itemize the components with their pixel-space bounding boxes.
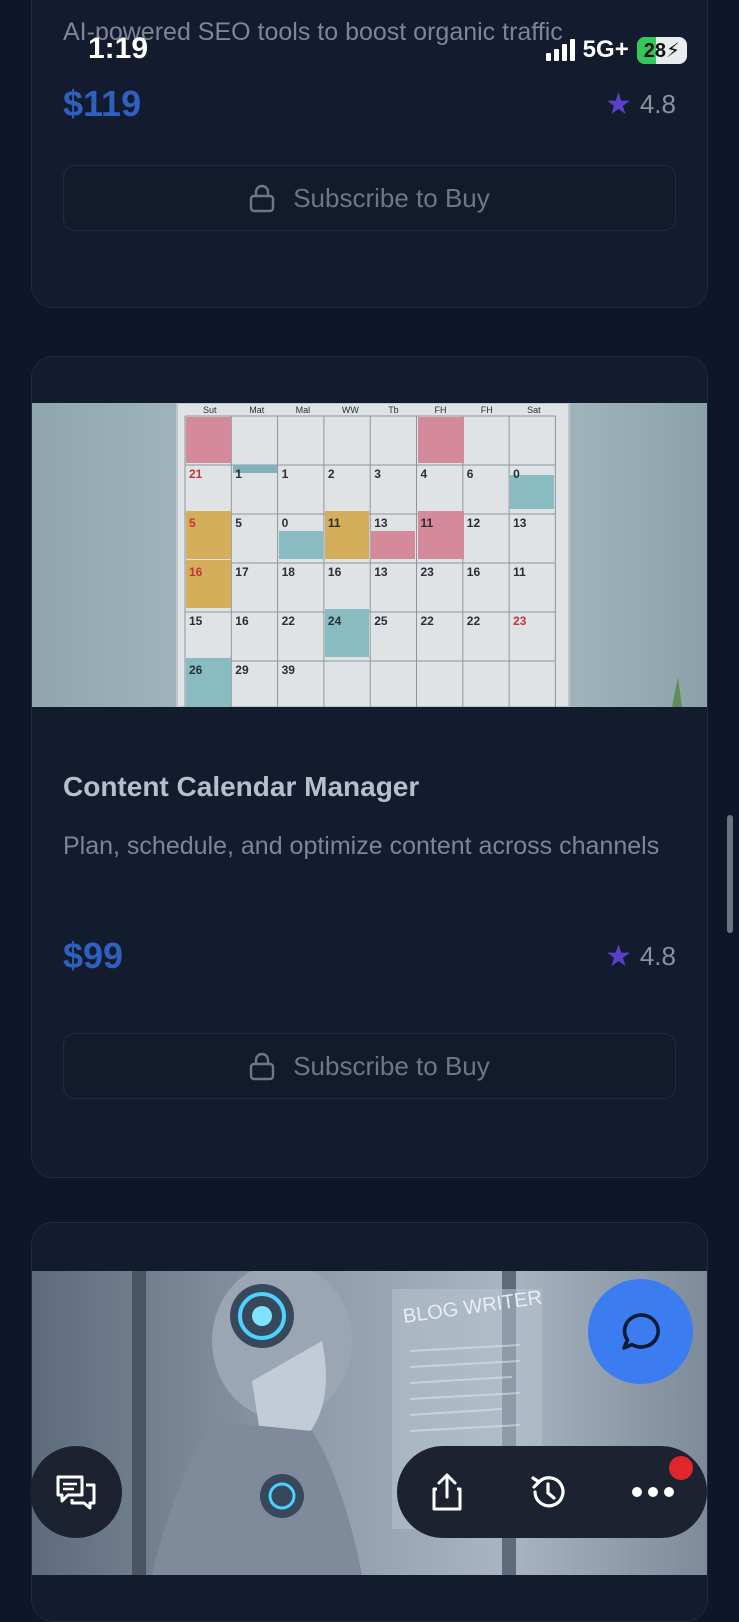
calendar-day: 22 [467, 614, 481, 628]
messages-icon [56, 1475, 96, 1510]
calendar-weekday: Tb [388, 405, 399, 415]
lock-icon [250, 184, 275, 213]
history-icon [531, 1476, 565, 1508]
card-rating: ★ 4.8 [605, 941, 676, 972]
calendar-day: 21 [189, 467, 203, 481]
rating-value: 4.8 [639, 89, 676, 119]
calendar-day: 13 [513, 516, 527, 530]
calendar-day: 12 [467, 516, 481, 530]
calendar-day: 22 [282, 614, 296, 628]
more-button[interactable] [631, 1486, 675, 1498]
share-icon [432, 1473, 462, 1511]
calendar-day: 5 [189, 516, 196, 530]
battery-level: 28 [643, 39, 666, 62]
history-button[interactable] [528, 1472, 568, 1512]
calendar-day: 17 [235, 565, 249, 579]
calendar-day: 13 [374, 565, 388, 579]
card-title: Content Calendar Manager [63, 771, 420, 802]
lock-icon [250, 1052, 275, 1081]
status-bar: 1:19 5G+ 28⚡ [0, 28, 739, 72]
calendar-day: 16 [235, 614, 249, 628]
bottom-action-bar [397, 1446, 707, 1538]
calendar-weekday: Mal [296, 405, 311, 415]
calendar-weekday: FH [481, 405, 493, 415]
calendar-weekday: Mat [249, 405, 265, 415]
product-card-blog-writer: BLOG WRITER [31, 1222, 708, 1622]
calendar-day: 22 [421, 614, 435, 628]
calendar-day: 1 [235, 467, 242, 481]
product-card-content-calendar: Sut Mat Mal WW Tb FH FH Sat 21 1 1 2 3 4 6 0 5 5 0 11 13 11 12… [31, 356, 708, 1178]
calendar-day: 0 [513, 467, 520, 481]
calendar-weekday: WW [342, 405, 359, 415]
share-button[interactable] [429, 1472, 465, 1512]
calendar-day: 2 [328, 467, 335, 481]
calendar-day: 15 [189, 614, 203, 628]
calendar-day: 26 [189, 663, 203, 677]
star-icon: ★ [604, 939, 632, 973]
button-label: Subscribe to Buy [293, 182, 490, 213]
calendar-weekday: Sut [203, 405, 217, 415]
star-icon: ★ [604, 87, 632, 121]
subscribe-to-buy-button[interactable]: Subscribe to Buy [63, 1033, 676, 1099]
calendar-day: 11 [513, 565, 526, 579]
calendar-day: 1 [282, 467, 289, 481]
card-price: $119 [63, 83, 142, 124]
chat-button[interactable] [588, 1279, 693, 1384]
calendar-day: 29 [235, 663, 249, 677]
more-icon [632, 1487, 675, 1497]
calendar-weekday: Sat [527, 405, 541, 415]
status-indicators: 5G+ 28⚡ [545, 36, 687, 64]
card-description: Plan, schedule, and optimize content acr… [63, 832, 660, 860]
calendar-day: 18 [282, 565, 296, 579]
button-label: Subscribe to Buy [293, 1050, 490, 1081]
status-time: 1:19 [88, 32, 149, 65]
battery-icon: 28⚡ [636, 36, 687, 64]
calendar-day: 4 [421, 467, 428, 481]
notification-badge [669, 1456, 693, 1480]
signal-icon [545, 39, 575, 61]
calendar-day: 16 [328, 565, 342, 579]
calendar-day: 11 [421, 516, 434, 530]
rating-value: 4.8 [639, 941, 676, 971]
calendar-day: 23 [421, 565, 435, 579]
calendar-weekday: FH [435, 405, 447, 415]
calendar-day: 24 [328, 614, 342, 628]
calendar-day: 16 [467, 565, 481, 579]
calendar-day: 0 [282, 516, 289, 530]
messages-button[interactable] [30, 1446, 122, 1538]
calendar-day: 23 [513, 614, 527, 628]
chat-bubble-icon [621, 1312, 660, 1350]
card-rating: ★ 4.8 [605, 89, 676, 120]
calendar-day: 5 [235, 516, 242, 530]
calendar-day: 25 [374, 614, 388, 628]
card-price: $99 [63, 935, 124, 976]
calendar-day: 39 [282, 663, 296, 677]
calendar-day: 13 [374, 516, 388, 530]
calendar-day: 3 [374, 467, 381, 481]
calendar-day: 6 [467, 467, 474, 481]
calendar-day: 11 [328, 516, 341, 530]
subscribe-to-buy-button[interactable]: Subscribe to Buy [63, 165, 676, 231]
calendar-day: 16 [189, 565, 203, 579]
scrollbar[interactable] [727, 815, 733, 933]
network-label: 5G+ [582, 36, 629, 63]
product-image-calendar: Sut Mat Mal WW Tb FH FH Sat 21 1 1 2 3 4 6 0 5 5 0 11 13 11 12… [32, 403, 707, 707]
